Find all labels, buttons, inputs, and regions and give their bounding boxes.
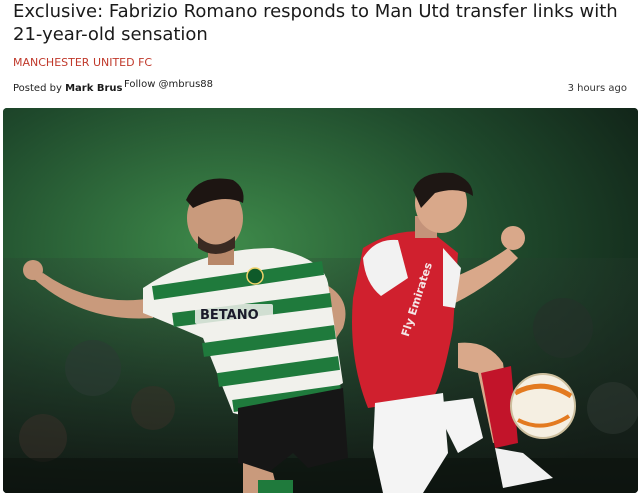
follow-author-link[interactable]: Follow @mbrus88	[124, 78, 213, 92]
football	[510, 373, 576, 439]
author-link[interactable]: Mark Brus	[65, 83, 122, 94]
category-link[interactable]: MANCHESTER UNITED FC	[13, 56, 152, 70]
post-timestamp: 3 hours ago	[567, 83, 627, 94]
betano-sponsor-text: BETANO	[200, 308, 259, 323]
hero-image: BETANO Fly Emirates	[3, 108, 638, 493]
article: Exclusive: Fabrizio Romano responds to M…	[0, 0, 640, 494]
football-photo-illustration: BETANO Fly Emirates	[3, 108, 638, 493]
posted-by-label: Posted by	[13, 83, 62, 94]
article-headline[interactable]: Exclusive: Fabrizio Romano responds to M…	[13, 0, 627, 46]
byline: Posted by Mark Brus	[13, 82, 122, 96]
